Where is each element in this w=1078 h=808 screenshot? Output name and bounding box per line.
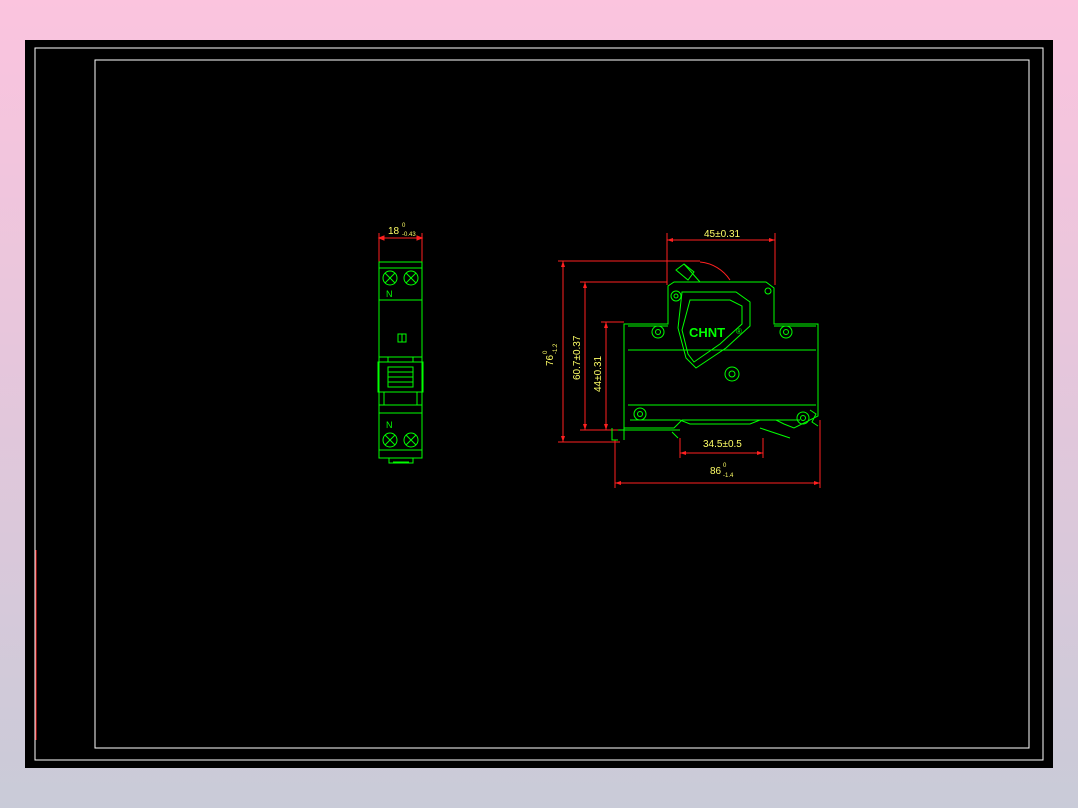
side-top-dim-text: 45±0.31 xyxy=(704,229,741,240)
side-height-mid-text: 60.7±0.37 xyxy=(572,335,583,380)
side-height-total-upper: 0 xyxy=(543,350,549,354)
side-brand-reg-mark: ® xyxy=(736,327,742,336)
cad-drawing-canvas[interactable]: 18 0 -0.43 N N CHNT ® 45±0.31 76 0 -1.2 … xyxy=(25,40,1053,768)
side-view: CHNT ® 45±0.31 76 0 -1.2 60.7±0.37 44±0.… xyxy=(543,229,821,488)
inner-frame xyxy=(94,59,1030,749)
side-depth-upper: 0 xyxy=(723,463,727,469)
outer-frame xyxy=(34,47,1044,761)
side-depth-value: 86 xyxy=(710,466,722,477)
side-height-inner-text: 44±0.31 xyxy=(593,355,604,392)
front-view: 18 0 -0.43 N N xyxy=(377,223,424,464)
drawing-svg: 18 0 -0.43 N N CHNT ® 45±0.31 76 0 -1.2 … xyxy=(34,47,1044,761)
front-top-terminal-label: N xyxy=(386,289,393,299)
side-height-total-lower: -1.2 xyxy=(553,343,559,354)
front-width-value: 18 xyxy=(388,226,400,237)
front-top-terminal-screws xyxy=(382,270,419,286)
front-bottom-terminal-label: N xyxy=(386,420,393,430)
side-height-total-dim: 76 0 -1.2 xyxy=(543,343,559,366)
side-rail-dim-text: 34.5±0.5 xyxy=(703,439,742,450)
front-width-lower-tol: -0.43 xyxy=(402,232,416,238)
front-width-upper-tol: 0 xyxy=(402,223,406,229)
side-brand-logo: CHNT xyxy=(689,325,725,340)
front-bottom-terminal-screws xyxy=(382,432,419,448)
side-body-outline xyxy=(611,263,819,441)
side-depth-lower: -1.4 xyxy=(723,473,734,479)
front-body-outline xyxy=(377,261,424,464)
side-height-total-value: 76 xyxy=(545,354,556,366)
